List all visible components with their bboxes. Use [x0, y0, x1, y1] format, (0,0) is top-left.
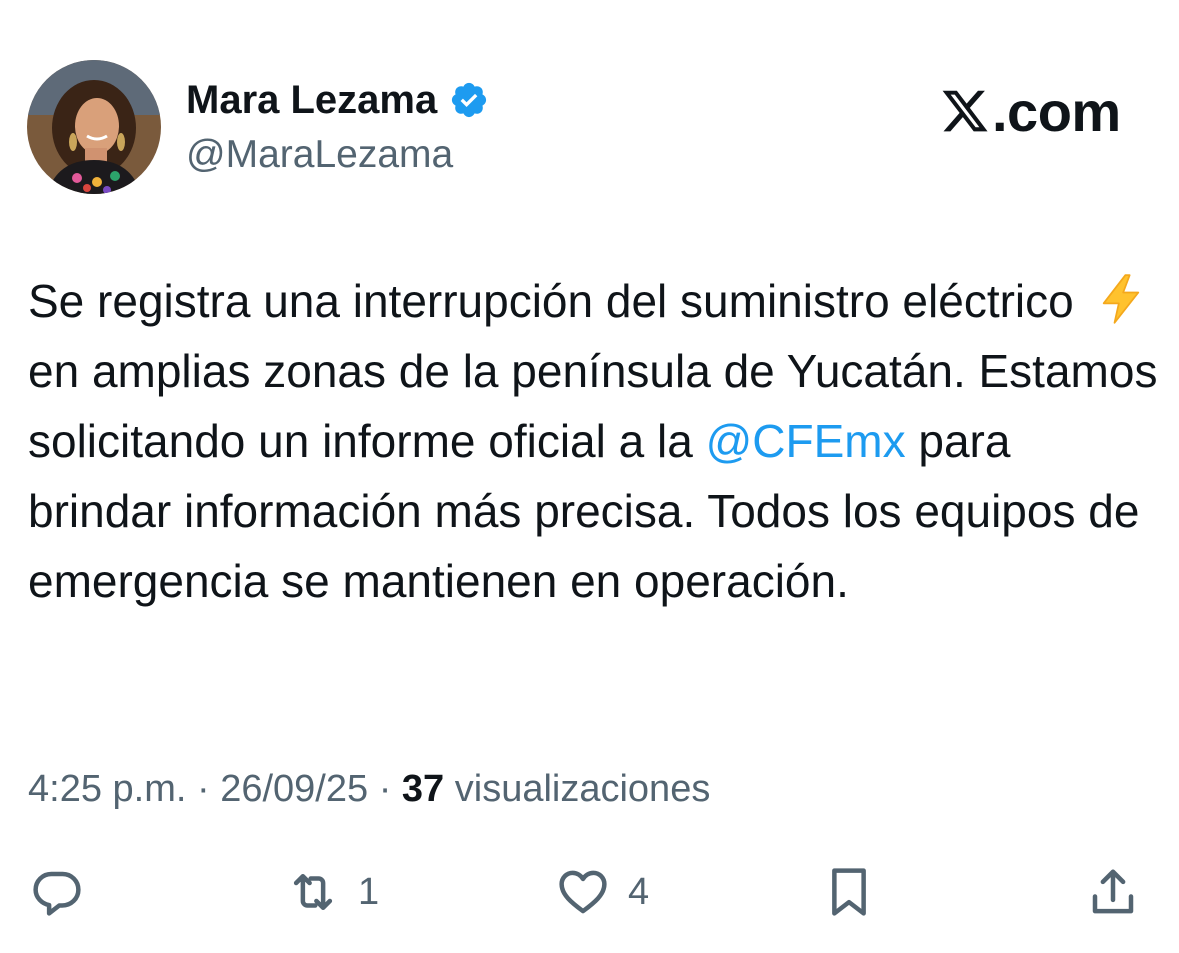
share-button[interactable]	[1086, 862, 1140, 922]
bookmark-icon	[832, 868, 866, 916]
retweet-icon	[293, 874, 333, 910]
bookmark-button[interactable]	[822, 862, 876, 922]
views-label: visualizaciones	[454, 768, 711, 810]
retweet-button[interactable]: 1	[286, 862, 379, 922]
tweet-time[interactable]: 4:25 p.m.	[28, 768, 186, 810]
display-name-text: Mara Lezama	[186, 78, 438, 122]
tweet-text: Se registra una interrupción del suminis…	[28, 266, 1158, 616]
tweet-text-part-1: Se registra una interrupción del suminis…	[28, 275, 1074, 327]
reply-button[interactable]	[30, 862, 84, 922]
meta-separator: ·	[196, 768, 210, 810]
author-handle[interactable]: @MaraLezama	[186, 132, 453, 178]
avatar-image	[27, 60, 161, 194]
tweet-metadata: 4:25 p.m. · 26/09/25 · 37 visualizacione…	[28, 766, 710, 812]
verified-badge-icon	[452, 82, 487, 118]
watermark-text: .com	[992, 79, 1121, 143]
author-display-name[interactable]: Mara Lezama	[186, 76, 489, 124]
high-voltage-emoji-icon	[1102, 274, 1139, 324]
x-logo-icon	[942, 90, 988, 132]
avatar[interactable]	[27, 60, 161, 194]
tweet-date[interactable]: 26/09/25	[220, 768, 368, 810]
action-bar: 1 4	[0, 862, 1179, 922]
reply-icon	[33, 871, 81, 916]
retweet-count: 1	[358, 870, 380, 913]
mention-link[interactable]: @CFEmx	[706, 415, 906, 467]
like-count: 4	[628, 870, 650, 913]
like-button[interactable]: 4	[556, 862, 649, 922]
meta-separator: ·	[378, 768, 392, 810]
heart-icon	[559, 870, 607, 914]
share-icon	[1092, 869, 1134, 914]
views-count: 37	[401, 768, 445, 810]
x-com-watermark: .com	[940, 79, 1121, 143]
